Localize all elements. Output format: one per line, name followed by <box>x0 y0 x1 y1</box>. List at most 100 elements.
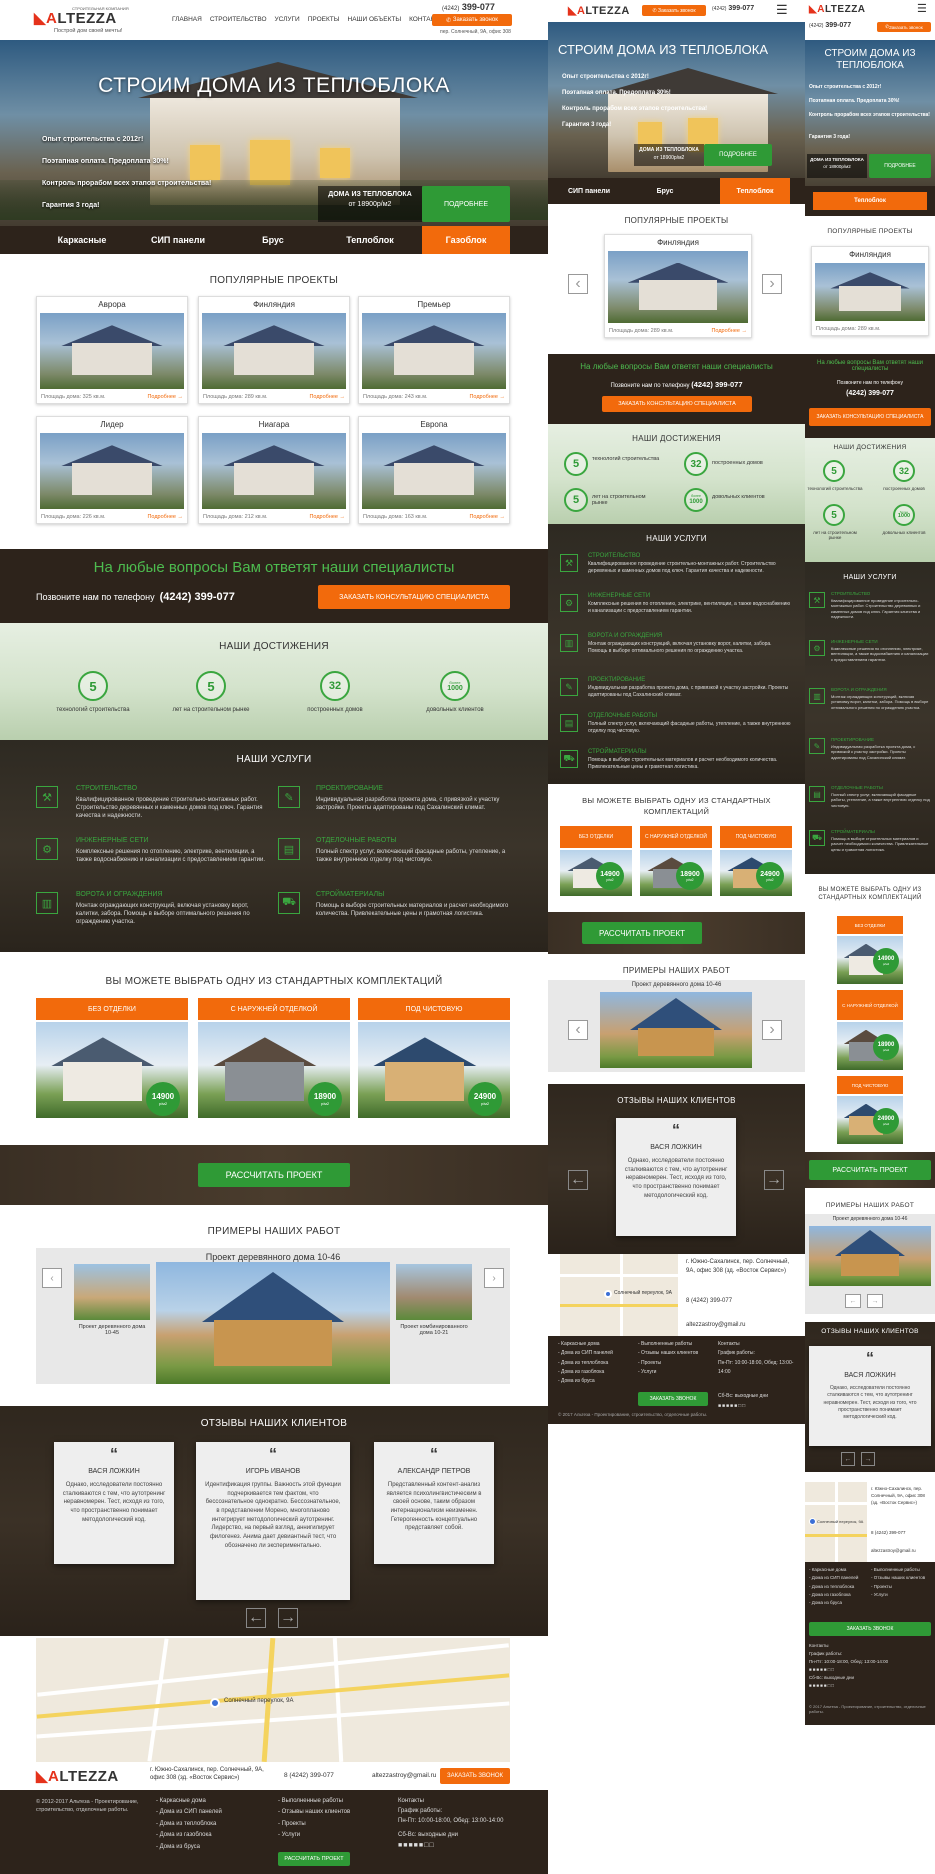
footer-link[interactable]: - Дома из газоблока <box>809 1591 858 1599</box>
map-pin-icon[interactable] <box>210 1698 220 1708</box>
footer-link[interactable]: - Выполненные работы <box>638 1340 698 1349</box>
consult-phone[interactable]: (4242) 399-077 <box>160 591 235 603</box>
consult-button[interactable]: ЗАКАЗАТЬ КОНСУЛЬТАЦИЮ СПЕЦИАЛИСТА <box>318 585 510 609</box>
service-title[interactable]: СТРОЙМАТЕРИАЛЫ <box>831 829 875 834</box>
reviews-prev-arrow-icon[interactable]: ← <box>568 1170 588 1190</box>
footer-link[interactable]: - Проекты <box>278 1819 350 1830</box>
consult-button[interactable]: ЗАКАЗАТЬ КОНСУЛЬТАЦИЮ СПЕЦИАЛИСТА <box>602 396 752 412</box>
service-title[interactable]: ИНЖЕНЕРНЫЕ СЕТИ <box>588 593 650 599</box>
project-card[interactable]: Ниагара Площадь дома: 212 кв.м. Подробне… <box>198 416 350 524</box>
footer-link[interactable]: - Отзывы наших клиентов <box>871 1574 925 1582</box>
nav-item-building[interactable]: СТРОИТЕЛЬСТВО <box>210 16 267 23</box>
project-more-link[interactable]: Подробнее → <box>469 394 505 400</box>
tab-timber[interactable]: Брус <box>228 226 318 254</box>
service-title[interactable]: ПРОЕКТИРОВАНИЕ <box>831 737 874 742</box>
service-title[interactable]: ВОРОТА И ОГРАЖДЕНИЯ <box>831 687 887 692</box>
logo[interactable]: ◣ALTEZZA <box>809 4 866 15</box>
works-thumb-prev[interactable] <box>74 1264 150 1320</box>
works-main-image[interactable] <box>809 1226 931 1286</box>
tab-teploblok[interactable]: Теплоблок <box>813 192 927 210</box>
tab-timber[interactable]: Брус <box>638 178 692 204</box>
service-title[interactable]: ОТДЕЛОЧНЫЕ РАБОТЫ <box>316 837 397 844</box>
logo[interactable]: ◣ALTEZZA <box>568 4 630 17</box>
logo[interactable]: СТРОИТЕЛЬНАЯ КОМПАНИЯ ◣ALTEZZA Построй д… <box>34 6 154 36</box>
reviews-next-arrow-icon[interactable]: → <box>764 1170 784 1190</box>
works-main-image[interactable] <box>600 992 752 1068</box>
footer-link[interactable]: - Проекты <box>871 1583 925 1591</box>
callback-button[interactable]: ✆ Заказать звонок <box>432 14 512 26</box>
reviews-prev-arrow-icon[interactable]: ← <box>246 1608 266 1628</box>
works-next-arrow-icon[interactable]: › <box>484 1268 504 1288</box>
footer-link[interactable]: - Дома из СИП панелей <box>809 1574 858 1582</box>
calculate-button[interactable]: РАССЧИТАТЬ ПРОЕКТ <box>582 922 702 944</box>
footer-phone[interactable]: 8 (4242) 399-077 <box>686 1298 732 1304</box>
reviews-prev-arrow-icon[interactable]: ← <box>841 1452 855 1466</box>
service-title[interactable]: ВОРОТА И ОГРАЖДЕНИЯ <box>76 891 163 898</box>
kit-header[interactable]: БЕЗ ОТДЕЛКИ <box>36 998 188 1020</box>
kit-header[interactable]: ПОД ЧИСТОВУЮ <box>358 998 510 1020</box>
tab-sip[interactable]: СИП панели <box>562 178 616 204</box>
footer-link[interactable]: - Выполненные работы <box>278 1796 350 1807</box>
tab-gazoblok[interactable]: Газоблок <box>422 226 510 254</box>
footer-link[interactable]: - Дома из газоблока <box>156 1830 222 1841</box>
footer-link[interactable]: - Дома из газоблока <box>558 1368 613 1377</box>
more-button[interactable]: ПОДРОБНЕЕ <box>704 144 772 166</box>
service-title[interactable]: СТРОЙМАТЕРИАЛЫ <box>316 891 384 898</box>
footer-link[interactable]: - Проекты <box>638 1359 698 1368</box>
popular-next-arrow-icon[interactable]: › <box>762 274 782 294</box>
kit-header[interactable]: С НАРУЖНЕЙ ОТДЕЛКОЙ <box>198 998 350 1020</box>
kit-header[interactable]: С НАРУЖНЕЙ ОТДЕЛКОЙ <box>837 990 903 1020</box>
works-next-arrow-icon[interactable]: › <box>762 1020 782 1040</box>
service-title[interactable]: ОТДЕЛОЧНЫЕ РАБОТЫ <box>831 785 883 790</box>
footer-email[interactable]: altezzastroy@gmail.ru <box>372 1772 436 1779</box>
project-card[interactable]: Лидер Площадь дома: 226 кв.м. Подробнее … <box>36 416 188 524</box>
footer-logo[interactable]: ◣ALTEZZA <box>36 1767 119 1785</box>
service-title[interactable]: ПРОЕКТИРОВАНИЕ <box>316 785 383 792</box>
works-prev-arrow-icon[interactable]: ‹ <box>42 1268 62 1288</box>
callback-button[interactable]: ✆ Заказать звонок <box>642 5 706 16</box>
kit-header[interactable]: ПОД ЧИСТОВУЮ <box>720 826 792 848</box>
footer-link[interactable]: - Услуги <box>871 1591 925 1599</box>
project-card[interactable]: Финляндия Площадь дома: 289 кв.м. Подроб… <box>198 296 350 404</box>
works-next-arrow-icon[interactable]: → <box>867 1294 883 1308</box>
footer-link[interactable]: - Дома из бруса <box>156 1842 222 1853</box>
footer-link[interactable]: - Услуги <box>278 1830 350 1841</box>
project-card[interactable]: Финляндия Площадь дома: 289 кв.м. Подроб… <box>604 234 752 338</box>
header-phone[interactable]: (4242) 399-077 <box>442 2 495 12</box>
footer-link[interactable]: - Каркасные дома <box>809 1566 858 1574</box>
reviews-next-arrow-icon[interactable]: → <box>861 1452 875 1466</box>
more-button[interactable]: ПОДРОБНЕЕ <box>422 186 510 222</box>
reviews-next-arrow-icon[interactable]: → <box>278 1608 298 1628</box>
popular-prev-arrow-icon[interactable]: ‹ <box>568 274 588 294</box>
service-title[interactable]: ВОРОТА И ОГРАЖДЕНИЯ <box>588 633 662 639</box>
footer-link[interactable]: - Выполненные работы <box>871 1566 925 1574</box>
footer-callback-button[interactable]: ЗАКАЗАТЬ ЗВОНОК <box>638 1392 708 1406</box>
project-card[interactable]: Европа Площадь дома: 163 кв.м. Подробнее… <box>358 416 510 524</box>
service-title[interactable]: ИНЖЕНЕРНЫЕ СЕТИ <box>76 837 149 844</box>
project-more-link[interactable]: Подробнее → <box>309 514 345 520</box>
works-thumb-next[interactable] <box>396 1264 472 1320</box>
tab-sip[interactable]: СИП панели <box>128 226 228 254</box>
tab-teploblok[interactable]: Теплоблок <box>318 226 422 254</box>
project-more-link[interactable]: Подробнее → <box>147 394 183 400</box>
works-prev-arrow-icon[interactable]: ← <box>845 1294 861 1308</box>
project-more-link[interactable]: Подробнее → <box>469 514 505 520</box>
service-title[interactable]: ОТДЕЛОЧНЫЕ РАБОТЫ <box>588 713 657 719</box>
footer-calc-button[interactable]: РАССЧИТАТЬ ПРОЕКТ <box>278 1852 350 1866</box>
footer-callback-button[interactable]: ЗАКАЗАТЬ ЗВОНОК <box>809 1622 931 1636</box>
nav-item-home[interactable]: ГЛАВНАЯ <box>172 16 202 23</box>
footer-link[interactable]: - Услуги <box>638 1368 698 1377</box>
more-button[interactable]: ПОДРОБНЕЕ <box>869 154 931 178</box>
footer-phone[interactable]: 8 (4242) 399-077 <box>871 1530 906 1535</box>
footer-link[interactable]: - Дома из теплоблока <box>809 1583 858 1591</box>
menu-icon[interactable]: ☰ <box>917 2 927 15</box>
header-phone[interactable]: (4242) 399-077 <box>809 22 851 29</box>
footer-email[interactable]: altezzastroy@gmail.ru <box>686 1322 745 1328</box>
service-title[interactable]: СТРОИТЕЛЬСТВО <box>831 591 870 596</box>
service-title[interactable]: СТРОИТЕЛЬСТВО <box>588 553 640 559</box>
project-more-link[interactable]: Подробнее → <box>147 514 183 520</box>
service-title[interactable]: ИНЖЕНЕРНЫЕ СЕТИ <box>831 639 878 644</box>
footer-callback-button[interactable]: ЗАКАЗАТЬ ЗВОНОК <box>440 1768 510 1784</box>
kit-header[interactable]: С НАРУЖНЕЙ ОТДЕЛКОЙ <box>640 826 712 848</box>
footer-link[interactable]: - Каркасные дома <box>558 1340 613 1349</box>
